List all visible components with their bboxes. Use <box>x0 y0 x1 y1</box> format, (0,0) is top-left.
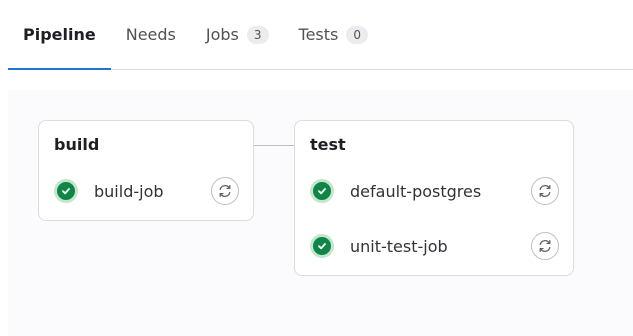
stage-title: test <box>310 135 346 154</box>
job-name: unit-test-job <box>350 236 448 256</box>
stage-title: build <box>54 135 100 154</box>
tests-count-badge: 0 <box>346 25 369 44</box>
tab-needs[interactable]: Needs <box>111 0 191 69</box>
check-circle-icon <box>54 179 78 203</box>
check-circle-icon <box>310 234 334 258</box>
retry-icon[interactable] <box>531 232 559 260</box>
jobs-count-badge: 3 <box>246 25 269 44</box>
job-name: build-job <box>94 181 164 201</box>
job-default-postgres[interactable]: default-postgres <box>310 175 559 207</box>
stage-test: test default-postgres unit-test-job <box>294 120 574 276</box>
tab-tests-label: Tests <box>298 25 339 44</box>
tab-jobs-label: Jobs <box>205 25 239 44</box>
pipeline-tabs: Pipeline Needs Jobs 3 Tests 0 <box>8 0 633 70</box>
tab-pipeline[interactable]: Pipeline <box>8 0 111 70</box>
tab-tests[interactable]: Tests 0 <box>284 0 383 69</box>
pipeline-graph: build build-job test default-postgres un… <box>8 90 633 336</box>
retry-icon[interactable] <box>531 177 559 205</box>
job-build-job[interactable]: build-job <box>54 175 239 207</box>
job-name: default-postgres <box>350 181 482 201</box>
tab-pipeline-label: Pipeline <box>23 25 96 44</box>
check-circle-icon <box>310 179 334 203</box>
job-unit-test-job[interactable]: unit-test-job <box>310 230 559 262</box>
retry-icon[interactable] <box>211 177 239 205</box>
tab-jobs[interactable]: Jobs 3 <box>191 0 284 69</box>
stage-build: build build-job <box>38 120 254 221</box>
stage-connector <box>253 145 295 146</box>
tab-needs-label: Needs <box>125 25 176 44</box>
